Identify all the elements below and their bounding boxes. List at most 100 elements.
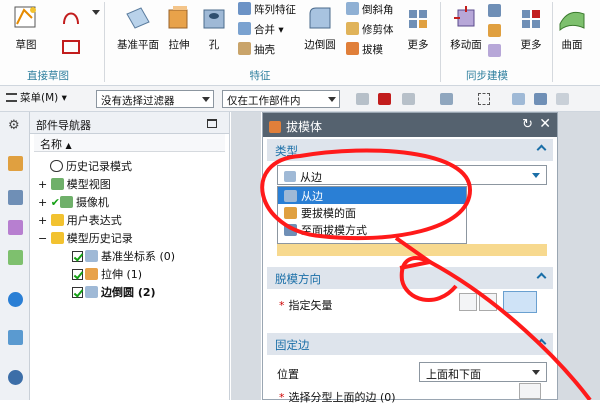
draft-button[interactable]: 拔模 (346, 42, 383, 57)
sync-tool-c[interactable] (488, 44, 504, 58)
view-cube-icon[interactable] (534, 93, 547, 105)
selection-toolbar: 菜单(M) ▾ 没有选择过滤器 仅在工作部件内 (0, 86, 600, 112)
assembly-navigator-tab-icon[interactable] (8, 190, 23, 205)
type-option-to-face[interactable]: 至面拔模方式 (278, 221, 466, 238)
column-header-name[interactable]: 名称 ▲ (34, 134, 225, 152)
section-type[interactable]: 类型 (267, 139, 553, 161)
gear-icon[interactable]: ⚙ (8, 118, 20, 133)
section-draft-direction[interactable]: 脱模方向 (267, 267, 553, 289)
more-tools-icon[interactable] (556, 93, 569, 105)
tree-item-cameras[interactable]: + ✔ 摄像机 (38, 194, 109, 212)
point-tool-icon[interactable] (402, 93, 415, 105)
vector-selector-icon[interactable] (503, 291, 537, 313)
more-button-2[interactable]: 更多 (515, 4, 547, 52)
selection-scope-dropdown[interactable]: 仅在工作部件内 (222, 90, 340, 108)
sync-tool-a[interactable] (488, 4, 504, 18)
datum-plane-icon (126, 7, 150, 29)
expand-icon[interactable]: + (38, 196, 47, 209)
more-icon (522, 10, 540, 28)
shaded-view-icon[interactable] (512, 93, 525, 105)
more-button-1[interactable]: 更多 (402, 4, 434, 52)
sketch-more-arrow[interactable] (92, 10, 100, 15)
close-icon[interactable]: ✕ (539, 116, 551, 132)
snap-tool-icon[interactable] (378, 93, 391, 105)
constraint-navigator-tab-icon[interactable] (8, 220, 23, 235)
selection-filter-value: 没有选择过滤器 (101, 95, 175, 107)
sync-tool-b[interactable] (488, 24, 504, 38)
reuse-library-tab-icon[interactable] (8, 250, 23, 265)
select-tool-icon[interactable] (356, 93, 369, 105)
tree-item-label: 摄像机 (75, 196, 109, 209)
edge-blend-button[interactable]: 边倒圆 (300, 4, 340, 52)
model-view-icon (50, 178, 64, 190)
datum-plane-button[interactable]: 基准平面 (112, 4, 164, 52)
rectangle-sketch-icon[interactable] (60, 36, 82, 58)
maximize-icon[interactable] (207, 119, 217, 128)
vector-dialog-icon[interactable] (479, 293, 497, 311)
visibility-checkbox[interactable] (72, 269, 83, 280)
type-option-faces-to-draft[interactable]: 要拔模的面 (278, 204, 466, 221)
part-navigator-tab-icon[interactable] (8, 156, 23, 171)
tree-item-edge-blend[interactable]: 边倒圆 (2) (72, 284, 156, 302)
tree-item-extrude[interactable]: 拉伸 (1) (72, 266, 142, 284)
edge-blend-icon (309, 7, 331, 29)
visibility-checkbox[interactable] (72, 251, 83, 262)
graphics-area-right[interactable] (558, 112, 600, 400)
position-dropdown[interactable]: 上面和下面 (419, 362, 547, 382)
column-name-label: 名称 (40, 138, 62, 151)
system-materials-tab-icon[interactable] (8, 370, 23, 385)
trim-body-button[interactable]: 修剪体 (346, 22, 394, 37)
history-tab-icon[interactable] (8, 330, 23, 345)
reverse-direction-icon[interactable] (459, 293, 477, 311)
pattern-feature-button[interactable]: 阵列特征 (238, 2, 296, 17)
chamfer-button[interactable]: 倒斜角 (346, 2, 394, 17)
tree-item-history-mode[interactable]: 历史记录模式 (50, 158, 132, 176)
arc-sketch-icon[interactable] (60, 6, 82, 28)
group-direct-sketch: 直接草图 (27, 70, 69, 82)
menu-button[interactable]: 菜单(M) ▾ (6, 90, 67, 108)
graphics-area[interactable] (231, 112, 261, 400)
type-option-label: 至面拔模方式 (301, 224, 367, 237)
tree-item-model-views[interactable]: + 模型视图 (38, 176, 111, 194)
tree-item-label: 模型历史记录 (66, 232, 133, 245)
surface-button[interactable]: 曲面 (556, 4, 588, 52)
sketch-button[interactable]: 草图 (10, 4, 42, 52)
section-fixed-edge[interactable]: 固定边 (267, 333, 553, 355)
resource-bar: ⚙ (0, 112, 30, 400)
sketch-label: 草图 (15, 39, 37, 51)
ribbon-separator (104, 2, 105, 82)
tree-item-user-expressions[interactable]: + 用户表达式 (38, 212, 122, 230)
visibility-checkbox[interactable] (72, 287, 83, 298)
dialog-title: 拔模体 (286, 120, 323, 134)
selection-filter-dropdown[interactable]: 没有选择过滤器 (96, 90, 214, 108)
extrude-button[interactable]: 拉伸 (163, 4, 195, 52)
group-feature: 特征 (249, 70, 271, 82)
web-browser-tab-icon[interactable] (8, 292, 23, 307)
expand-icon[interactable]: + (38, 178, 47, 191)
expand-icon[interactable]: + (38, 214, 47, 227)
move-face-button[interactable]: 移动面 (446, 4, 486, 52)
datum-plane-label: 基准平面 (117, 39, 159, 51)
hole-button[interactable]: 孔 (198, 4, 230, 52)
tree-item-datum-csys[interactable]: 基准坐标系 (0) (72, 248, 175, 266)
tree-item-model-history[interactable]: − 模型历史记录 (38, 230, 133, 248)
extrude-label: 拉伸 (168, 39, 190, 51)
navigator-header: 部件导航器 (30, 112, 229, 134)
draft-icon (269, 121, 281, 133)
navigator-title: 部件导航器 (36, 119, 91, 132)
menu-label: 菜单(M) (20, 92, 59, 104)
box-select-icon[interactable] (478, 93, 490, 105)
shell-button[interactable]: 抽壳 (238, 42, 275, 57)
collapse-icon[interactable]: − (38, 232, 47, 245)
draft-label: 拔模 (362, 44, 383, 56)
from-edge-icon (284, 171, 296, 182)
type-dropdown[interactable]: 从边 (277, 165, 547, 185)
type-option-from-edge[interactable]: 从边 (278, 187, 466, 204)
select-edge-icon[interactable] (519, 383, 541, 399)
select-parting-edge-row[interactable]: * 选择分型上面的边 (0) (279, 389, 396, 405)
pattern-feature-label: 阵列特征 (254, 4, 296, 16)
reset-icon[interactable]: ↻ (522, 117, 533, 132)
unite-button[interactable]: 合并 ▾ (238, 22, 284, 37)
folder-icon (50, 232, 64, 244)
curve-rule-icon[interactable] (440, 93, 453, 105)
